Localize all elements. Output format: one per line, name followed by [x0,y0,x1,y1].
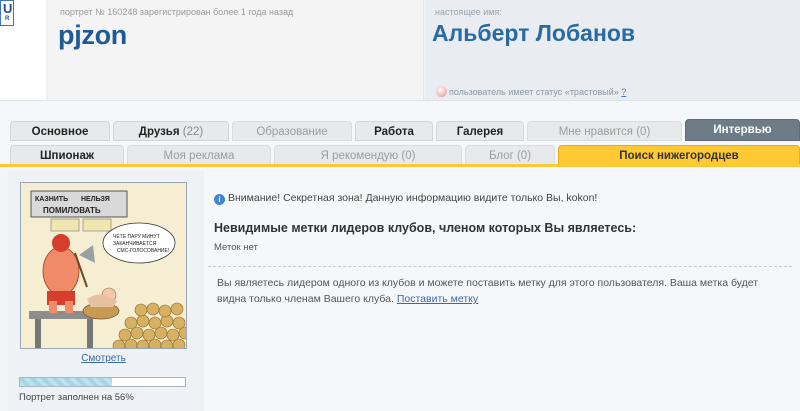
tab-recommend[interactable]: Я рекомендую (0) [274,145,462,165]
profile-header: UR портрет № 160248 зарегистрирован боле… [0,0,800,100]
trust-badge-icon [436,86,447,97]
cartoon-portrait: КАЗНИТЬ НЕЛЬЗЯ ПОМИЛОВАТЬ ЧЕТЕ ПАРУ МИНУ… [21,183,186,348]
interview-content: i Внимание! Секретная зона! Данную информ… [204,171,800,411]
portrait-column: КАЗНИТЬ НЕЛЬЗЯ ПОМИЛОВАТЬ ЧЕТЕ ПАРУ МИНУ… [8,171,204,411]
real-name: Альберт Лобанов [432,20,636,46]
real-name-panel: настоящее имя: Альберт Лобанов пользоват… [425,0,800,100]
section-divider [208,266,792,267]
portrait-progress-bar [19,377,186,387]
tab-interview[interactable]: Интервью [685,119,800,141]
secret-warning: i Внимание! Секретная зона! Данную информ… [214,192,597,205]
tab-work[interactable]: Работа [355,121,433,141]
view-portrait-link[interactable]: Смотреть [8,353,199,364]
nickname: pjzon [58,20,127,50]
cartoon-sign-text-3: ПОМИЛОВАТЬ [43,206,101,215]
cartoon-sign-text-1: КАЗНИТЬ [35,196,68,203]
info-icon: i [214,194,225,205]
svg-text:СМС-ГОЛОСОВАНИЕ!: СМС-ГОЛОСОВАНИЕ! [117,248,169,254]
trust-status: пользователь имеет статус «трастовый» ? [436,86,626,97]
svg-text:ЗАКАНЧИВАЕТСЯ: ЗАКАНЧИВАЕТСЯ [113,241,157,247]
tab-blog[interactable]: Блог (0) [465,145,555,165]
portrait-image[interactable]: КАЗНИТЬ НЕЛЬЗЯ ПОМИЛОВАТЬ ЧЕТЕ ПАРУ МИНУ… [20,182,187,349]
tab-search-nn[interactable]: Поиск нижегородцев [558,145,800,165]
tab-underline [0,164,800,167]
tab-main[interactable]: Основное [10,121,110,141]
cartoon-sign-text-2: НЕЛЬЗЯ [81,196,110,203]
portrait-progress-text: Портрет заполнен на 56% [19,392,134,403]
svg-text:ЧЕТЕ ПАРУ МИНУТ: ЧЕТЕ ПАРУ МИНУТ [113,234,160,240]
portrait-progress-fill [20,378,113,386]
portrait-info: портрет № 160248 зарегистрирован более 1… [60,7,294,17]
tab-my-ads[interactable]: Моя реклама [127,145,271,165]
tab-gallery[interactable]: Галерея [436,121,524,141]
tab-spying[interactable]: Шпионаж [10,145,124,165]
real-name-label: настоящее имя: [435,7,502,17]
tab-friends[interactable]: Друзья (22) [113,121,229,141]
no-marks-text: Меток нет [214,242,258,253]
tab-education[interactable]: Образование [232,121,352,141]
logo-strip: UR [0,0,46,100]
site-logo[interactable]: UR [0,0,14,26]
tab-likes[interactable]: Мне нравится (0) [527,121,682,141]
trust-help-link[interactable]: ? [621,87,626,97]
set-mark-link[interactable]: Поставить метку [397,293,478,305]
marks-heading: Невидимые метки лидеров клубов, членом к… [214,221,637,235]
tabs-area: Основное Друзья (22) Образование Работа … [0,100,800,170]
leader-info: Вы являетесь лидером одного из клубов и … [217,277,759,305]
nickname-panel: портрет № 160248 зарегистрирован более 1… [48,0,424,100]
